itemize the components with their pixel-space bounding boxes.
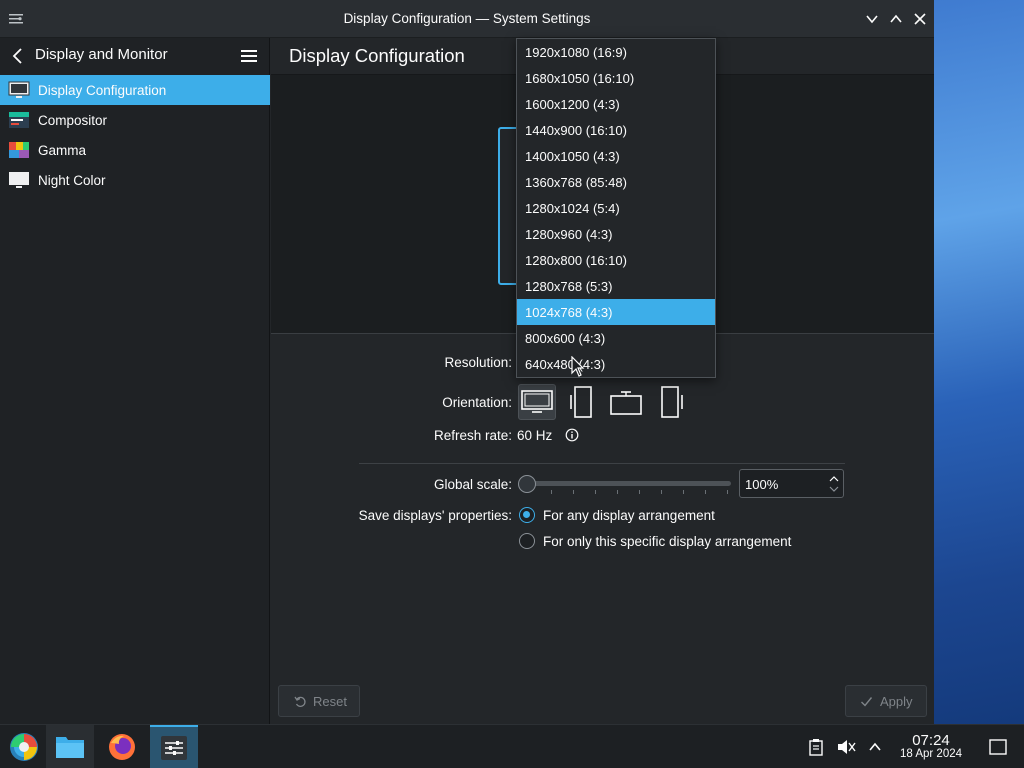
spin-arrows-icon[interactable] <box>829 474 839 494</box>
sidebar: Display and Monitor Display Configuratio… <box>0 38 270 724</box>
night-color-icon <box>8 171 30 189</box>
tray-expand-icon[interactable] <box>865 737 885 757</box>
close-icon[interactable] <box>910 9 930 29</box>
folder-icon <box>56 737 84 758</box>
resolution-dropdown-list[interactable]: 1920x1080 (16:9) 1680x1050 (16:10) 1600x… <box>516 38 716 378</box>
slider-tick <box>617 490 618 494</box>
slider-tick <box>705 490 706 494</box>
compositor-icon <box>8 111 30 129</box>
launcher-icon <box>10 733 38 761</box>
resolution-option[interactable]: 1280x960 (4:3) <box>517 221 715 247</box>
save-properties-label: Save displays' properties: <box>358 508 512 523</box>
mouse-cursor-icon <box>571 355 585 378</box>
resolution-option[interactable]: 640x480 (4:3) <box>517 351 715 377</box>
landscape-icon <box>521 390 553 413</box>
slider-tick <box>727 490 728 494</box>
reset-button[interactable]: Reset <box>278 685 360 717</box>
resolution-label: Resolution: <box>444 355 512 370</box>
resolution-option[interactable]: 1920x1080 (16:9) <box>517 39 715 65</box>
system-settings-window: Display Configuration — System Settings … <box>0 0 934 724</box>
resolution-option[interactable]: 1440x900 (16:10) <box>517 117 715 143</box>
resolution-option[interactable]: 1360x768 (85:48) <box>517 169 715 195</box>
refresh-rate-label: Refresh rate: <box>433 428 512 443</box>
hamburger-menu-icon[interactable] <box>240 47 258 65</box>
portrait-right-icon <box>661 386 683 418</box>
clock-time[interactable]: 07:24 <box>895 732 967 749</box>
sidebar-item-label: Display Configuration <box>38 82 167 98</box>
separator <box>359 463 845 464</box>
slider-tick <box>661 490 662 494</box>
sidebar-item-display-configuration[interactable]: Display Configuration <box>0 75 270 105</box>
back-arrow-icon[interactable] <box>8 46 28 66</box>
info-icon[interactable] <box>565 428 579 442</box>
radio-any-arrangement[interactable] <box>519 507 535 523</box>
taskbar <box>0 724 1024 768</box>
orientation-portrait-right-button[interactable] <box>652 384 690 420</box>
resolution-option-selected[interactable]: 1024x768 (4:3) <box>517 299 715 325</box>
taskbar-system-settings[interactable] <box>150 725 198 768</box>
global-scale-label: Global scale: <box>433 477 512 492</box>
show-desktop-icon[interactable] <box>988 737 1008 757</box>
window-titlebar[interactable]: Display Configuration — System Settings <box>0 0 934 38</box>
orientation-landscape-button[interactable] <box>518 384 556 420</box>
clock-date[interactable]: 18 Apr 2024 <box>893 748 969 760</box>
radio-any-arrangement-label[interactable]: For any display arrangement <box>543 508 715 523</box>
page-title: Display Configuration <box>289 45 465 66</box>
resolution-option[interactable]: 1280x768 (5:3) <box>517 273 715 299</box>
orientation-portrait-left-button[interactable] <box>563 384 601 420</box>
orientation-inverted-button[interactable] <box>607 384 645 420</box>
radio-specific-arrangement-label[interactable]: For only this specific display arrangeme… <box>543 534 791 549</box>
global-scale-slider-track[interactable] <box>529 481 731 486</box>
maximize-icon[interactable] <box>886 9 906 29</box>
global-scale-slider-handle[interactable] <box>518 475 536 493</box>
portrait-left-icon <box>570 386 592 418</box>
slider-tick <box>551 490 552 494</box>
global-scale-value: 100% <box>745 477 779 492</box>
taskbar-firefox[interactable] <box>98 725 146 768</box>
orientation-label: Orientation: <box>442 395 512 410</box>
resolution-option[interactable]: 1280x800 (16:10) <box>517 247 715 273</box>
desktop-wallpaper <box>934 0 1024 724</box>
resolution-option[interactable]: 1280x1024 (5:4) <box>517 195 715 221</box>
inverted-landscape-icon <box>610 391 642 415</box>
resolution-option[interactable]: 1600x1200 (4:3) <box>517 91 715 117</box>
slider-tick <box>683 490 684 494</box>
minimize-icon[interactable] <box>862 9 882 29</box>
resolution-option[interactable]: 1680x1050 (16:10) <box>517 65 715 91</box>
firefox-icon <box>109 734 135 760</box>
sidebar-header: Display and Monitor <box>0 38 269 74</box>
gamma-icon <box>8 141 30 159</box>
refresh-rate-value: 60 Hz <box>517 428 553 443</box>
volume-muted-icon[interactable] <box>836 737 856 757</box>
window-title: Display Configuration — System Settings <box>343 11 591 26</box>
reset-button-label: Reset <box>313 693 347 709</box>
apply-button[interactable]: Apply <box>845 685 927 717</box>
sidebar-item-label: Gamma <box>38 142 87 158</box>
resolution-option[interactable]: 800x600 (4:3) <box>517 325 715 351</box>
apply-button-label: Apply <box>880 693 913 709</box>
application-launcher[interactable] <box>0 725 48 768</box>
monitor-icon <box>8 81 30 99</box>
clipboard-icon[interactable] <box>806 737 826 757</box>
undo-icon <box>294 696 306 707</box>
taskbar-file-manager[interactable] <box>46 725 94 768</box>
sidebar-header-title: Display and Monitor <box>35 46 168 63</box>
global-scale-spinbox[interactable]: 100% <box>739 469 844 498</box>
resolution-option[interactable]: 1400x1050 (4:3) <box>517 143 715 169</box>
check-icon <box>861 696 873 707</box>
sidebar-item-night-color[interactable]: Night Color <box>0 165 270 195</box>
settings-sliders-icon <box>161 736 187 760</box>
slider-tick <box>573 490 574 494</box>
sidebar-item-compositor[interactable]: Compositor <box>0 105 270 135</box>
slider-tick <box>639 490 640 494</box>
sidebar-item-gamma[interactable]: Gamma <box>0 135 270 165</box>
radio-specific-arrangement[interactable] <box>519 533 535 549</box>
sidebar-item-label: Compositor <box>38 112 108 128</box>
slider-tick <box>595 490 596 494</box>
sidebar-item-label: Night Color <box>38 172 106 188</box>
